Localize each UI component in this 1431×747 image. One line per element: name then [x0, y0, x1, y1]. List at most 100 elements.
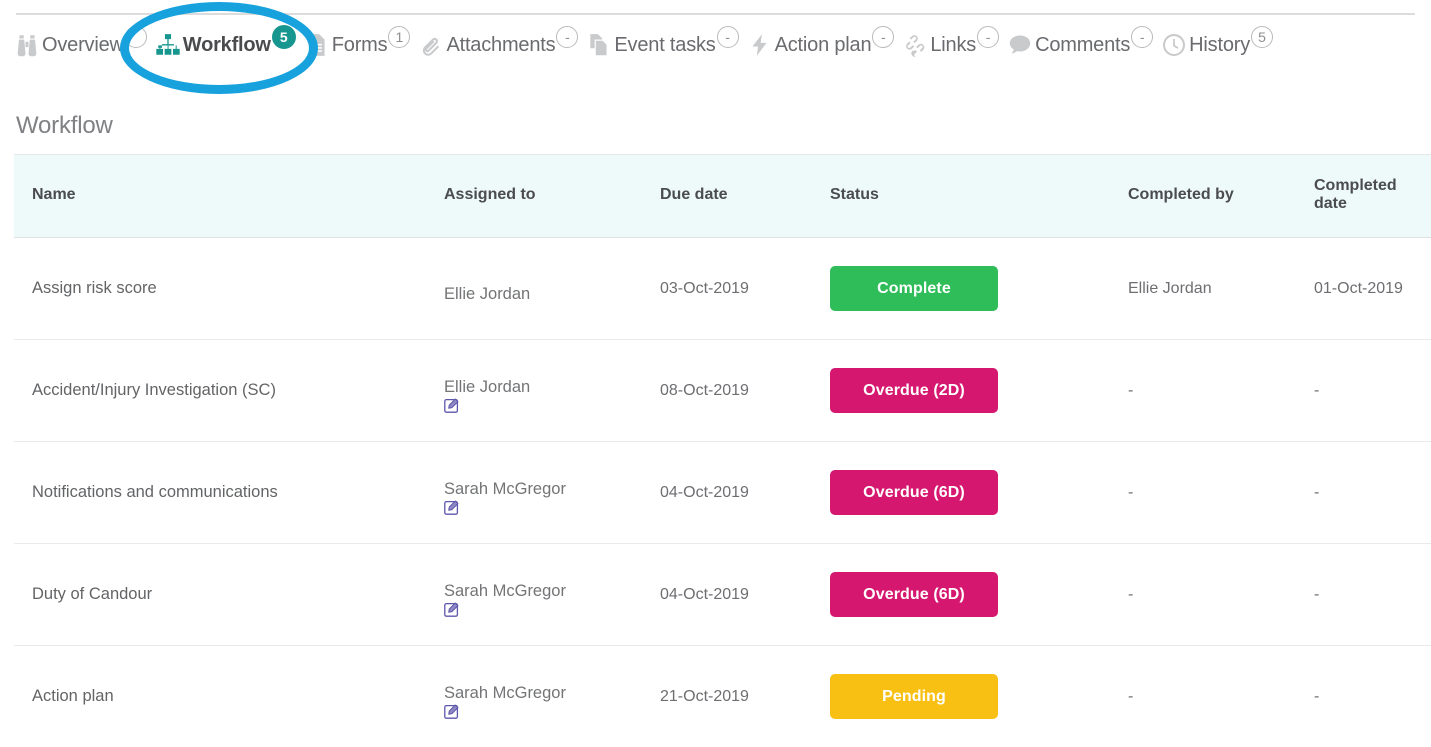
paperclip-icon: [418, 32, 446, 58]
table-row: Duty of CandourSarah McGregor04-Oct-2019…: [14, 544, 1431, 646]
cell-completed-by: -: [1128, 544, 1314, 646]
status-badge-complete[interactable]: Complete: [830, 266, 998, 311]
tab-label: Action plan: [775, 34, 872, 57]
tab-forms[interactable]: Forms1: [304, 24, 411, 58]
tab-history[interactable]: History5: [1161, 24, 1273, 58]
column-header-due-date: Due date: [660, 155, 830, 238]
tab-label: Workflow: [183, 34, 271, 57]
speech-bubble-icon: [1007, 32, 1035, 58]
binoculars-icon: [14, 32, 42, 58]
tab-count-badge: -: [872, 26, 894, 48]
edit-pencil-icon[interactable]: [444, 398, 460, 414]
chain-link-icon: [902, 32, 930, 58]
tab-count-badge: 5: [1251, 26, 1273, 48]
table-row: Action planSarah McGregor21-Oct-2019Pend…: [14, 646, 1431, 747]
cell-due-date: 04-Oct-2019: [660, 544, 830, 646]
tab-count-badge: -: [717, 26, 739, 48]
cell-assigned-to: Sarah McGregor: [444, 544, 660, 646]
table-header-row: NameAssigned toDue dateStatusCompleted b…: [14, 155, 1431, 238]
table-header: NameAssigned toDue dateStatusCompleted b…: [14, 155, 1431, 238]
column-header-completed-by: Completed by: [1128, 155, 1314, 238]
assignee-block: Ellie Jordan: [444, 286, 660, 303]
tab-count-badge: -: [1131, 26, 1153, 48]
tab-label: Overview: [42, 34, 124, 57]
clock-icon: [1161, 32, 1189, 58]
lightning-icon: [747, 32, 775, 58]
cell-assigned-to: Ellie Jordan: [444, 340, 660, 442]
cell-completed-by: -: [1128, 646, 1314, 747]
cell-completed-date: -: [1314, 544, 1431, 646]
status-badge-overdue[interactable]: Overdue (2D): [830, 368, 998, 413]
status-badge-overdue[interactable]: Overdue (6D): [830, 572, 998, 617]
tab-label: Event tasks: [614, 34, 715, 57]
cell-completed-date: -: [1314, 646, 1431, 747]
table-body: Assign risk scoreEllie Jordan03-Oct-2019…: [14, 238, 1431, 747]
column-header-name: Name: [14, 155, 444, 238]
cell-due-date: 08-Oct-2019: [660, 340, 830, 442]
assignee-block: Sarah McGregor: [444, 685, 660, 719]
tab-workflow[interactable]: Workflow5: [155, 24, 296, 58]
status-badge-overdue[interactable]: Overdue (6D): [830, 470, 998, 515]
edit-pencil-icon[interactable]: [444, 602, 460, 618]
assignee-block: Ellie Jordan: [444, 379, 660, 413]
edit-pencil-icon[interactable]: [444, 500, 460, 516]
cell-completed-by: Ellie Jordan: [1128, 238, 1314, 340]
cell-name: Action plan: [14, 646, 444, 747]
assignee-name: Sarah McGregor: [444, 583, 660, 600]
column-header-completed-date: Completed date: [1314, 155, 1431, 238]
cell-assigned-to: Sarah McGregor: [444, 442, 660, 544]
cell-name: Duty of Candour: [14, 544, 444, 646]
edit-pencil-icon[interactable]: [444, 704, 460, 720]
status-badge-pending[interactable]: Pending: [830, 674, 998, 719]
cell-name: Assign risk score: [14, 238, 444, 340]
cell-name: Accident/Injury Investigation (SC): [14, 340, 444, 442]
tab-count-badge: [125, 26, 147, 48]
cell-status: Overdue (2D): [830, 340, 1128, 442]
assignee-name: Sarah McGregor: [444, 685, 660, 702]
cell-status: Overdue (6D): [830, 442, 1128, 544]
page-title: Workflow: [16, 112, 113, 140]
cell-status: Overdue (6D): [830, 544, 1128, 646]
cell-completed-date: -: [1314, 340, 1431, 442]
cell-due-date: 21-Oct-2019: [660, 646, 830, 747]
tab-label: History: [1189, 34, 1250, 57]
cell-status: Pending: [830, 646, 1128, 747]
tab-event-tasks[interactable]: Event tasks-: [586, 24, 738, 58]
assignee-name: Ellie Jordan: [444, 379, 660, 396]
tab-links[interactable]: Links-: [902, 24, 999, 58]
tab-overview[interactable]: Overview: [14, 24, 147, 58]
cell-assigned-to: Sarah McGregor: [444, 646, 660, 747]
tab-comments[interactable]: Comments-: [1007, 24, 1153, 58]
assignee-name: Sarah McGregor: [444, 481, 660, 498]
workflow-table: NameAssigned toDue dateStatusCompleted b…: [14, 154, 1431, 747]
tab-count-badge: -: [556, 26, 578, 48]
tab-count-badge: 1: [388, 26, 410, 48]
tab-count-badge: 5: [272, 25, 296, 49]
cell-completed-date: 01-Oct-2019: [1314, 238, 1431, 340]
workflow-table-container: NameAssigned toDue dateStatusCompleted b…: [14, 154, 1431, 747]
document-icon: [304, 32, 332, 58]
cell-name: Notifications and communications: [14, 442, 444, 544]
column-header-status: Status: [830, 155, 1128, 238]
table-row: Accident/Injury Investigation (SC)Ellie …: [14, 340, 1431, 442]
cell-due-date: 03-Oct-2019: [660, 238, 830, 340]
assignee-block: Sarah McGregor: [444, 583, 660, 617]
assignee-block: Sarah McGregor: [444, 481, 660, 515]
tab-action-plan[interactable]: Action plan-: [747, 24, 895, 58]
tab-bar: OverviewWorkflow5Forms1Attachments-Event…: [0, 24, 1431, 78]
cell-due-date: 04-Oct-2019: [660, 442, 830, 544]
tab-label: Comments: [1035, 34, 1130, 57]
tab-label: Forms: [332, 34, 388, 57]
cell-assigned-to: Ellie Jordan: [444, 238, 660, 340]
table-row: Assign risk scoreEllie Jordan03-Oct-2019…: [14, 238, 1431, 340]
top-divider: [16, 13, 1415, 15]
cell-completed-by: -: [1128, 340, 1314, 442]
cell-status: Complete: [830, 238, 1128, 340]
assignee-name: Ellie Jordan: [444, 286, 660, 303]
tab-attachments[interactable]: Attachments-: [418, 24, 578, 58]
cell-completed-date: -: [1314, 442, 1431, 544]
column-header-assigned-to: Assigned to: [444, 155, 660, 238]
copy-pages-icon: [586, 32, 614, 58]
tab-label: Attachments: [446, 34, 555, 57]
tab-label: Links: [930, 34, 976, 57]
